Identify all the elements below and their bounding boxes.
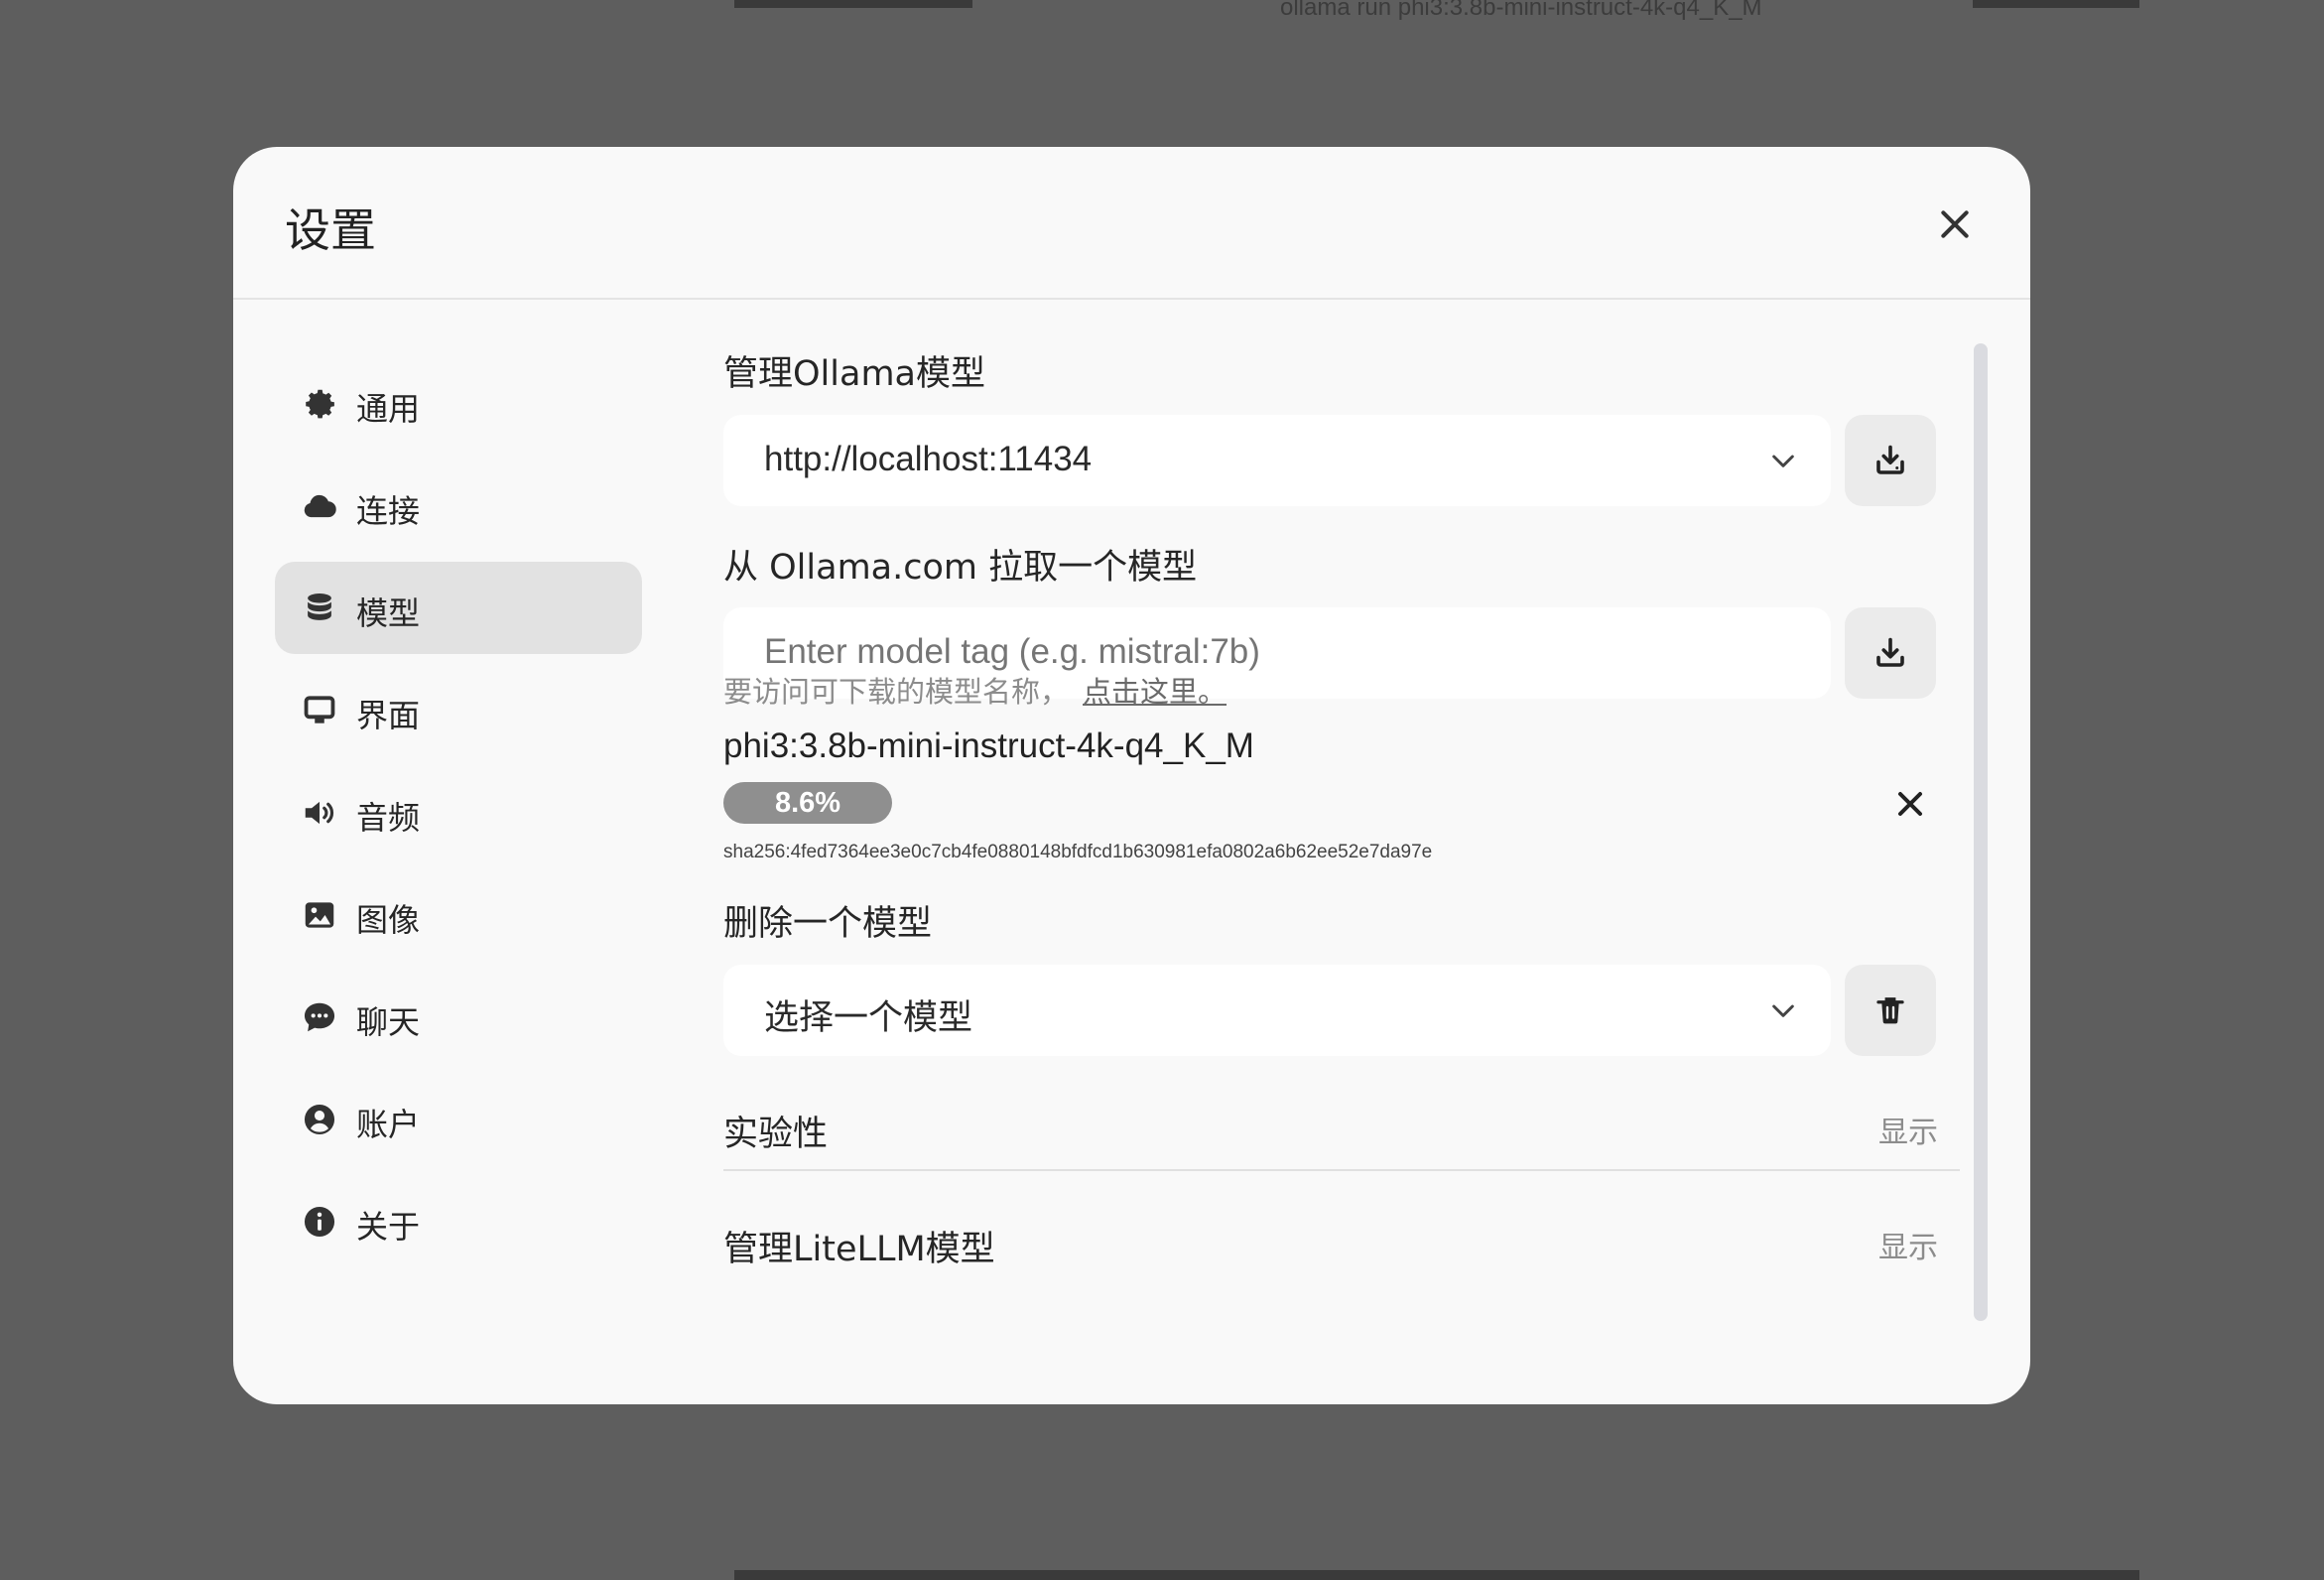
ollama-url-select[interactable]: http://localhost:11434 <box>723 415 1831 506</box>
info-icon <box>301 1203 338 1241</box>
manage-ollama-title: 管理Ollama模型 <box>723 354 985 394</box>
manage-litellm-title: 管理LiteLLM模型 <box>723 1230 995 1269</box>
database-icon <box>301 590 338 627</box>
model-tag-input[interactable] <box>764 632 1796 672</box>
content-scrollbar[interactable] <box>1974 343 1988 1321</box>
delete-model-select-value: 选择一个模型 <box>764 998 973 1038</box>
sidebar-item-images[interactable]: 图像 <box>275 868 642 961</box>
downloading-model-name: phi3:3.8b-mini-instruct-4k-q4_K_M <box>723 726 1254 765</box>
delete-model-title: 删除一个模型 <box>723 904 933 944</box>
download-digest: sha256:4fed7364ee3e0c7cb4fe0880148bfdfcd… <box>723 842 1433 862</box>
sidebar-item-label: 连接 <box>356 492 421 530</box>
background-strip-bottom <box>734 1570 2139 1580</box>
background-strip-top-left <box>734 0 972 8</box>
user-circle-icon <box>301 1101 338 1138</box>
update-models-button[interactable] <box>1845 415 1936 506</box>
sidebar-item-interface[interactable]: 界面 <box>275 664 642 756</box>
sidebar-item-label: 通用 <box>356 390 421 428</box>
sidebar-item-audio[interactable]: 音频 <box>275 766 642 858</box>
sidebar-item-models[interactable]: 模型 <box>275 562 642 654</box>
speaker-icon <box>301 794 338 832</box>
chevron-down-icon <box>1767 994 1799 1026</box>
cancel-download-button[interactable] <box>1890 784 1930 824</box>
sidebar-item-label: 界面 <box>356 697 421 734</box>
sidebar-item-general[interactable]: 通用 <box>275 357 642 450</box>
download-tray-icon <box>1876 445 1904 474</box>
sidebar-item-label: 图像 <box>356 901 421 939</box>
modal-title: 设置 <box>285 203 376 257</box>
models-settings-panel: 管理Ollama模型 http://localhost:11434 从 Olla… <box>723 345 1960 1338</box>
cloud-icon <box>301 487 338 525</box>
sidebar-item-label: 关于 <box>356 1208 421 1246</box>
download-icon <box>1876 637 1904 667</box>
gear-icon <box>301 385 338 423</box>
sidebar-item-account[interactable]: 账户 <box>275 1073 642 1165</box>
sidebar-item-label: 账户 <box>356 1106 421 1143</box>
close-icon <box>1941 210 1969 238</box>
chevron-down-icon <box>1767 445 1799 476</box>
monitor-icon <box>301 692 338 729</box>
download-progress-badge: 8.6% <box>723 782 892 824</box>
sidebar-item-connections[interactable]: 连接 <box>275 460 642 552</box>
sidebar-item-label: 模型 <box>356 594 421 632</box>
pull-model-button[interactable] <box>1845 607 1936 699</box>
sidebar-item-about[interactable]: 关于 <box>275 1175 642 1267</box>
close-button[interactable] <box>1935 204 1975 244</box>
ollama-url-value: http://localhost:11434 <box>764 440 1093 478</box>
experimental-title: 实验性 <box>723 1115 829 1154</box>
pull-model-title: 从 Ollama.com 拉取一个模型 <box>723 548 1198 588</box>
settings-sidebar: 通用 连接 模型 界面 音频 图像 聊天 账户 关于 <box>275 357 642 1277</box>
experimental-show-toggle[interactable]: 显示 <box>1878 1108 1938 1151</box>
sidebar-item-chat[interactable]: 聊天 <box>275 971 642 1063</box>
sidebar-item-label: 音频 <box>356 799 421 837</box>
background-strip-top-right <box>1973 0 2139 8</box>
delete-model-select[interactable]: 选择一个模型 <box>723 965 1831 1056</box>
delete-model-button[interactable] <box>1845 965 1936 1056</box>
section-divider <box>723 1169 1960 1171</box>
sidebar-item-label: 聊天 <box>356 1003 421 1041</box>
background-command-text: ollama run phi3:3.8b-mini-instruct-4k-q4… <box>1280 0 1762 21</box>
litellm-show-toggle[interactable]: 显示 <box>1878 1223 1938 1266</box>
chat-bubble-icon <box>301 998 338 1036</box>
hint-text: 要访问可下载的模型名称， <box>723 675 1070 709</box>
trash-icon <box>1876 997 1904 1024</box>
close-icon <box>1898 792 1922 816</box>
image-icon <box>301 896 338 934</box>
settings-modal: 设置 通用 连接 模型 界面 音频 图像 聊天 账户 关于 管理Ollama模型… <box>233 147 2030 1404</box>
model-library-hint: 要访问可下载的模型名称， 点击这里。 <box>723 669 1227 711</box>
modal-header: 设置 <box>233 147 2030 300</box>
model-library-link[interactable]: 点击这里。 <box>1083 675 1227 709</box>
